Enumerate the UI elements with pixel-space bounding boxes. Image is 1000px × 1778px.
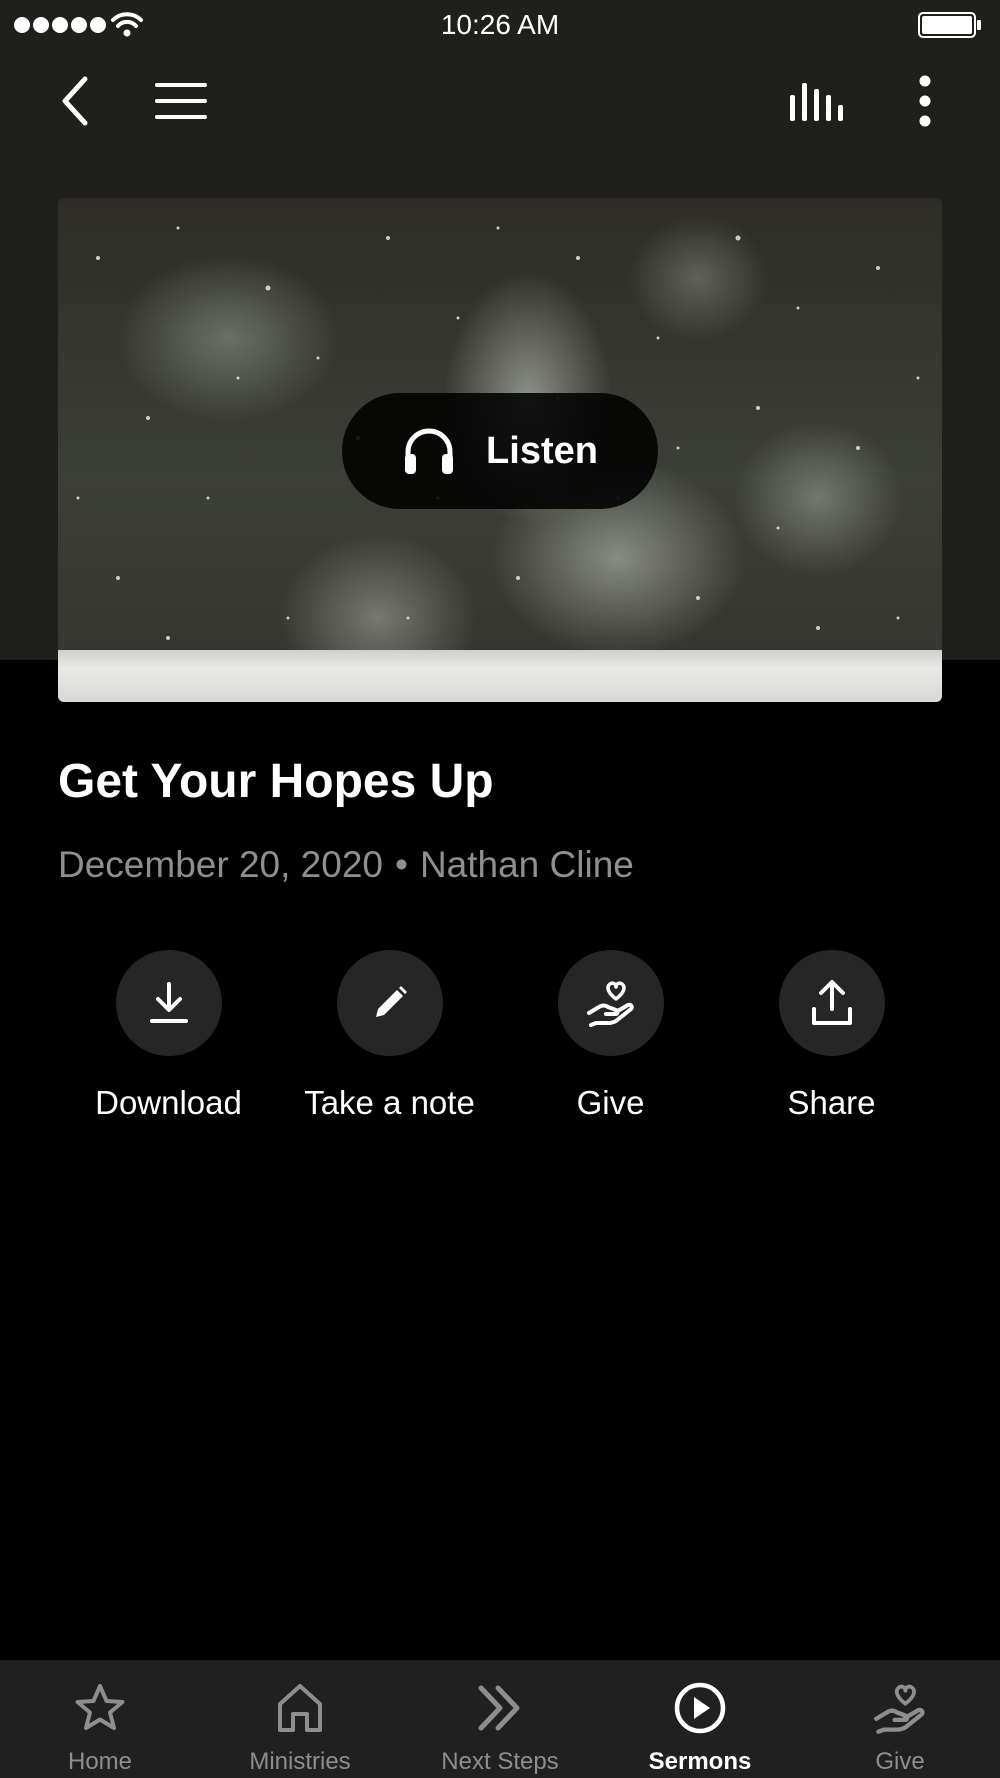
star-icon [70,1678,130,1738]
menu-button[interactable] [146,68,216,134]
give-button[interactable]: Give [500,950,721,1122]
sermon-speaker: Nathan Cline [419,844,634,885]
double-chevron-right-icon [470,1678,530,1738]
give-circle[interactable] [557,950,664,1056]
snow-ledge [58,650,942,702]
download-circle[interactable] [115,950,222,1056]
tab-label: Sermons [648,1748,752,1775]
sermon-meta: December 20, 2020 • Nathan Cline [58,844,634,886]
audio-button[interactable] [782,68,852,134]
take-note-button[interactable]: Take a note [279,950,500,1122]
status-time: 10:26 AM [440,9,560,40]
tab-label: Next Steps [441,1748,559,1775]
give-label: Give [576,1084,645,1121]
more-vertical-icon [919,75,931,127]
battery-icon [918,12,981,38]
listen-label: Listen [486,429,598,472]
sermon-date: December 20, 2020 [58,844,383,885]
listen-button[interactable]: Listen [342,393,658,509]
share-button[interactable]: Share [721,950,942,1122]
tab-next-steps[interactable]: Next Steps [400,1660,600,1778]
meta-separator: • [394,844,408,885]
heart-hand-icon [586,981,634,1027]
take-note-label: Take a note [304,1084,475,1121]
chevron-left-icon [62,76,88,126]
sermon-title: Get Your Hopes Up [58,755,494,808]
more-button[interactable] [890,68,960,134]
download-button[interactable]: Download [58,950,279,1122]
headphones-icon [405,428,454,474]
share-label: Share [787,1084,876,1121]
tab-sermons[interactable]: Sermons [600,1660,800,1778]
play-circle-icon [670,1678,730,1738]
status-bar: 10:26 AM [0,0,1000,50]
action-row: Download Take a note Give Share [58,950,942,1130]
pencil-icon [375,986,407,1017]
house-icon [270,1678,330,1738]
take-note-circle[interactable] [336,950,443,1056]
tab-bar: Home Ministries Next Steps Sermons Give [0,1660,1000,1778]
tab-give[interactable]: Give [800,1660,1000,1778]
share-icon [811,980,852,1025]
download-icon [149,982,188,1023]
tab-home[interactable]: Home [0,1660,200,1778]
back-button[interactable] [40,68,110,134]
tab-ministries[interactable]: Ministries [200,1660,400,1778]
hamburger-menu-icon [155,83,207,119]
share-circle[interactable] [778,950,885,1056]
heart-hand-icon [870,1678,930,1738]
audio-bars-icon [790,83,843,121]
download-label: Download [95,1084,242,1121]
tab-label: Ministries [249,1748,351,1775]
tab-label: Home [67,1748,133,1775]
tab-label: Give [875,1748,925,1775]
